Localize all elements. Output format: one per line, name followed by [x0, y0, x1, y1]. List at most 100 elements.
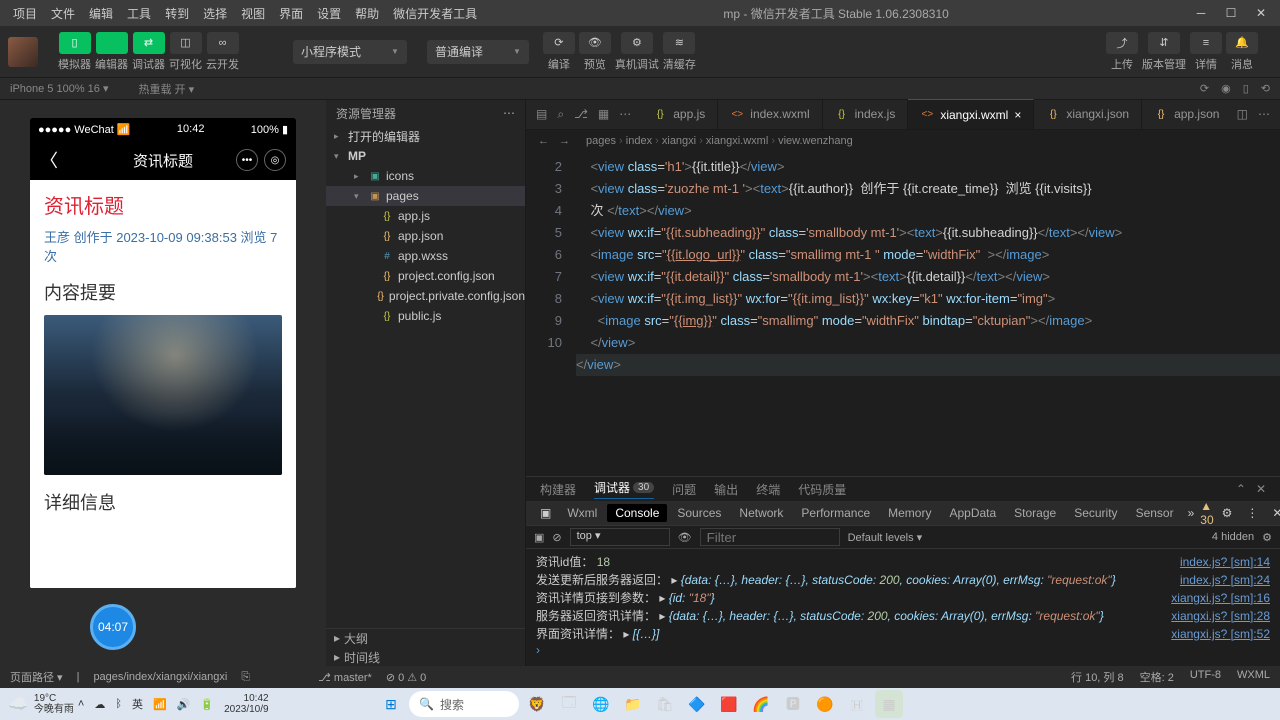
- app-icon[interactable]: 🅿: [779, 690, 807, 718]
- ime-icon[interactable]: 英: [132, 696, 143, 712]
- encoding[interactable]: UTF-8: [1190, 669, 1221, 685]
- weather-icon[interactable]: ☁️: [8, 694, 28, 714]
- gear-icon[interactable]: ⚙: [1216, 506, 1239, 520]
- chrome-icon[interactable]: 🌈: [747, 690, 775, 718]
- outline-section[interactable]: ▸大纲: [334, 630, 525, 647]
- bp-tab-代码质量[interactable]: 代码质量: [798, 481, 846, 498]
- file-app.wxss[interactable]: #app.wxss: [326, 246, 525, 266]
- levels-select[interactable]: Default levels ▾: [848, 531, 923, 544]
- clock[interactable]: 10:422023/10/9: [224, 693, 269, 715]
- dev-tab-Wxml[interactable]: Wxml: [559, 504, 605, 522]
- menu-item[interactable]: 文件: [44, 7, 82, 21]
- rotate-icon[interactable]: ⟲: [1261, 82, 1270, 95]
- clear-icon[interactable]: ⊘: [552, 531, 561, 544]
- problems[interactable]: ⊘ 0 ⚠ 0: [386, 671, 426, 684]
- compile-dropdown[interactable]: 普通编译▼: [427, 40, 529, 64]
- opened-editors[interactable]: ▸打开的编辑器: [326, 126, 525, 146]
- close-button[interactable]: ✕: [1248, 3, 1274, 23]
- tab-xiangxi.wxml[interactable]: <>xiangxi.wxml ×: [908, 99, 1034, 129]
- bp-tab-构建器[interactable]: 构建器: [540, 481, 576, 498]
- edge-icon[interactable]: 🌐: [587, 690, 615, 718]
- taskbar-search[interactable]: 🔍 搜索: [409, 691, 519, 717]
- nav-back-icon[interactable]: ←: [538, 135, 549, 147]
- menu-item[interactable]: 工具: [120, 7, 158, 21]
- tool-可视化[interactable]: ◫可视化: [169, 32, 202, 72]
- page-route[interactable]: 页面路径 ▾: [10, 669, 63, 685]
- more-icon[interactable]: ⋯: [619, 107, 631, 121]
- stop-icon[interactable]: ◉: [1221, 82, 1231, 95]
- file-app.js[interactable]: {}app.js: [326, 206, 525, 226]
- explorer-more-icon[interactable]: ⋯: [503, 106, 515, 120]
- gear-icon[interactable]: ⚙: [1262, 531, 1272, 544]
- nav-fwd-icon[interactable]: →: [559, 135, 570, 147]
- warning-count[interactable]: ▲ 30: [1200, 499, 1213, 527]
- git-branch[interactable]: ⎇ master*: [318, 671, 372, 684]
- search-icon[interactable]: ⌕: [557, 107, 564, 122]
- record-timer[interactable]: 04:07: [90, 604, 136, 650]
- onedrive-icon[interactable]: ☁: [94, 698, 105, 711]
- hot-reload[interactable]: 热重载 开 ▾: [138, 81, 194, 97]
- copy-icon[interactable]: ⎘: [241, 671, 250, 684]
- language[interactable]: WXML: [1237, 669, 1270, 685]
- tool-预览[interactable]: 👁预览: [579, 32, 611, 72]
- tab-index.js[interactable]: {}index.js: [823, 99, 909, 129]
- tool-云开发[interactable]: ∞云开发: [206, 32, 239, 72]
- close-icon[interactable]: ✕: [1256, 482, 1266, 496]
- filter-input[interactable]: [700, 528, 840, 546]
- dev-tab-Sensor[interactable]: Sensor: [1128, 504, 1182, 522]
- tab-index.wxml[interactable]: <>index.wxml: [718, 99, 822, 129]
- console-output[interactable]: 资讯id值： 18index.js? [sm]:14发送更新后服务器返回： ▸ …: [526, 549, 1280, 666]
- mode-dropdown[interactable]: 小程序模式▼: [293, 40, 407, 64]
- menu-item[interactable]: 项目: [6, 7, 44, 21]
- split-icon[interactable]: ◫: [1237, 107, 1248, 121]
- indent[interactable]: 空格: 2: [1140, 669, 1174, 685]
- phone-simulator[interactable]: ●●●●● WeChat 📶 10:42 100% ▮ 〈 资讯标题 ••• ◎…: [30, 118, 296, 588]
- menu-item[interactable]: 微信开发者工具: [386, 7, 484, 21]
- dev-tab-Performance[interactable]: Performance: [793, 504, 878, 522]
- minimize-button[interactable]: ─: [1188, 3, 1214, 23]
- refresh-icon[interactable]: ⟳: [1200, 82, 1209, 95]
- context-select[interactable]: top ▾: [570, 528, 670, 546]
- cursor-pos[interactable]: 行 10, 列 8: [1071, 669, 1124, 685]
- app-icon[interactable]: 🦁: [523, 690, 551, 718]
- explorer-toggle-icon[interactable]: ▤: [536, 107, 547, 121]
- ext-icon[interactable]: ▦: [598, 107, 609, 121]
- code-editor[interactable]: 2345678910 <view class='h1'>{{it.title}}…: [526, 152, 1280, 476]
- chevron-up-icon[interactable]: ˄: [78, 698, 84, 710]
- chevron-up-icon[interactable]: ⌃: [1236, 482, 1246, 496]
- tool-上传[interactable]: ⤴上传: [1106, 32, 1138, 72]
- more-icon[interactable]: ⋮: [1240, 506, 1264, 520]
- menu-item[interactable]: 帮助: [348, 7, 386, 21]
- tool-编辑器[interactable]: 编辑器: [95, 32, 128, 72]
- file-public.js[interactable]: {}public.js: [326, 306, 525, 326]
- maximize-button[interactable]: ☐: [1218, 3, 1244, 23]
- file-pages[interactable]: ▾▣pages: [326, 186, 525, 206]
- tool-详情[interactable]: ≡详情: [1190, 32, 1222, 72]
- dev-tab-Memory[interactable]: Memory: [880, 504, 939, 522]
- app-icon[interactable]: 🗔: [555, 690, 583, 718]
- tool-版本管理[interactable]: ⇵版本管理: [1142, 32, 1186, 72]
- dev-tab-Security[interactable]: Security: [1066, 504, 1125, 522]
- bp-tab-问题[interactable]: 问题: [672, 481, 696, 498]
- menu-item[interactable]: 界面: [272, 7, 310, 21]
- dev-tab-Sources[interactable]: Sources: [669, 504, 729, 522]
- inspect-icon[interactable]: ▣: [534, 531, 544, 544]
- tool-真机调试[interactable]: ⚙真机调试: [615, 32, 659, 72]
- app-icon[interactable]: 🇭: [843, 690, 871, 718]
- tab-app.json[interactable]: {}app.json: [1142, 99, 1227, 129]
- tool-清缓存[interactable]: ≋清缓存: [663, 32, 696, 72]
- menu-item[interactable]: 选择: [196, 7, 234, 21]
- file-project.private.config.json[interactable]: {}project.private.config.json: [326, 286, 525, 306]
- bp-tab-输出[interactable]: 输出: [714, 481, 738, 498]
- breadcrumb[interactable]: ←→ pages › index › xiangxi › xiangxi.wxm…: [526, 130, 1280, 152]
- eye-icon[interactable]: 👁: [678, 531, 692, 544]
- menu-item[interactable]: 设置: [310, 7, 348, 21]
- dev-tab-AppData[interactable]: AppData: [941, 504, 1004, 522]
- menu-item[interactable]: 视图: [234, 7, 272, 21]
- timeline-section[interactable]: ▸时间线: [334, 649, 525, 666]
- windows-taskbar[interactable]: ☁️ 19°C今晚有雨 ⊞ 🔍 搜索 🦁 🗔 🌐 📁 🛍 🔷 🟥 🌈 🅿 🟠 🇭…: [0, 688, 1280, 720]
- article-image[interactable]: [44, 315, 282, 475]
- back-icon[interactable]: 〈: [40, 147, 58, 173]
- battery-icon[interactable]: 🔋: [200, 698, 214, 711]
- tab-app.js[interactable]: {}app.js: [641, 99, 718, 129]
